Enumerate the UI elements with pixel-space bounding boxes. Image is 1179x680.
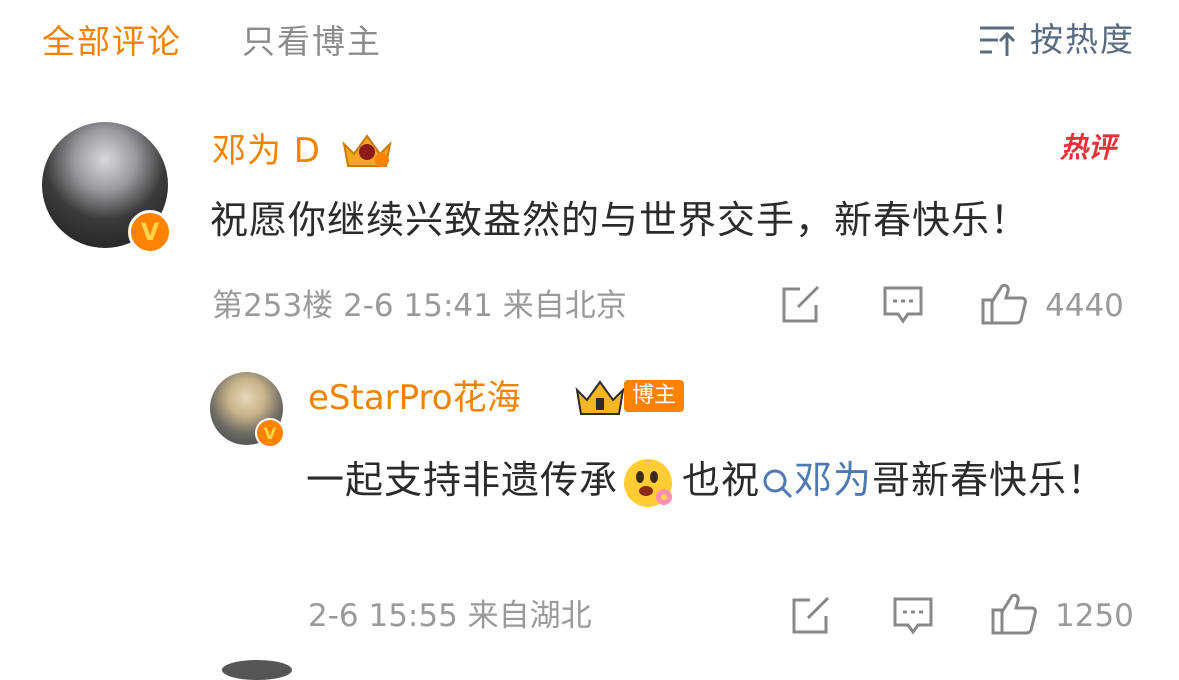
reply-text-part: 哥新春快乐！ [872, 458, 1107, 502]
sort-by-hot-button[interactable]: 按热度 [978, 20, 1135, 60]
blogger-badge: 博主 [624, 380, 685, 412]
comment-username[interactable]: 邓为 D [212, 130, 321, 172]
comment-icon[interactable] [892, 596, 934, 636]
comment-meta: 第253楼 2-6 15:41 来自北京 [212, 288, 627, 324]
like-icon[interactable] [990, 592, 1038, 636]
comment-icon[interactable] [882, 285, 924, 325]
mention-link[interactable]: 邓为 [760, 458, 872, 502]
crown-ii-icon [575, 380, 625, 415]
hot-comment-badge: 热评 [1060, 131, 1117, 164]
like-icon[interactable] [980, 282, 1028, 326]
tab-all-comments[interactable]: 全部评论 [42, 22, 182, 62]
search-mention-icon [763, 469, 793, 498]
avatar[interactable] [222, 660, 292, 680]
flower-emoji-icon [624, 458, 673, 507]
sort-icon [980, 26, 1016, 56]
reply-text-part: 一起支持非遗传承 [306, 458, 619, 502]
sort-label: 按热度 [1030, 20, 1135, 59]
share-icon[interactable] [780, 285, 822, 325]
mention-name: 邓为 [794, 458, 873, 502]
reply-meta: 2-6 15:55 来自湖北 [308, 598, 592, 634]
like-count: 1250 [1055, 598, 1134, 634]
share-icon[interactable] [790, 596, 832, 636]
reply-username[interactable]: eStarPro花海 [308, 377, 521, 419]
tab-blogger-only[interactable]: 只看博主 [242, 22, 382, 62]
like-count: 4440 [1045, 288, 1124, 324]
comment-text: 祝愿你继续兴致盎然的与世界交手，新春快乐！ [210, 198, 1030, 242]
verified-v-icon: V [255, 418, 285, 448]
verified-v-icon: V [128, 210, 172, 254]
reply-text: 一起支持非遗传承 也祝 邓为哥新春快乐！ [306, 444, 1146, 516]
crown-level-icon [342, 134, 392, 167]
reply-text-part: 也祝 [682, 458, 761, 502]
